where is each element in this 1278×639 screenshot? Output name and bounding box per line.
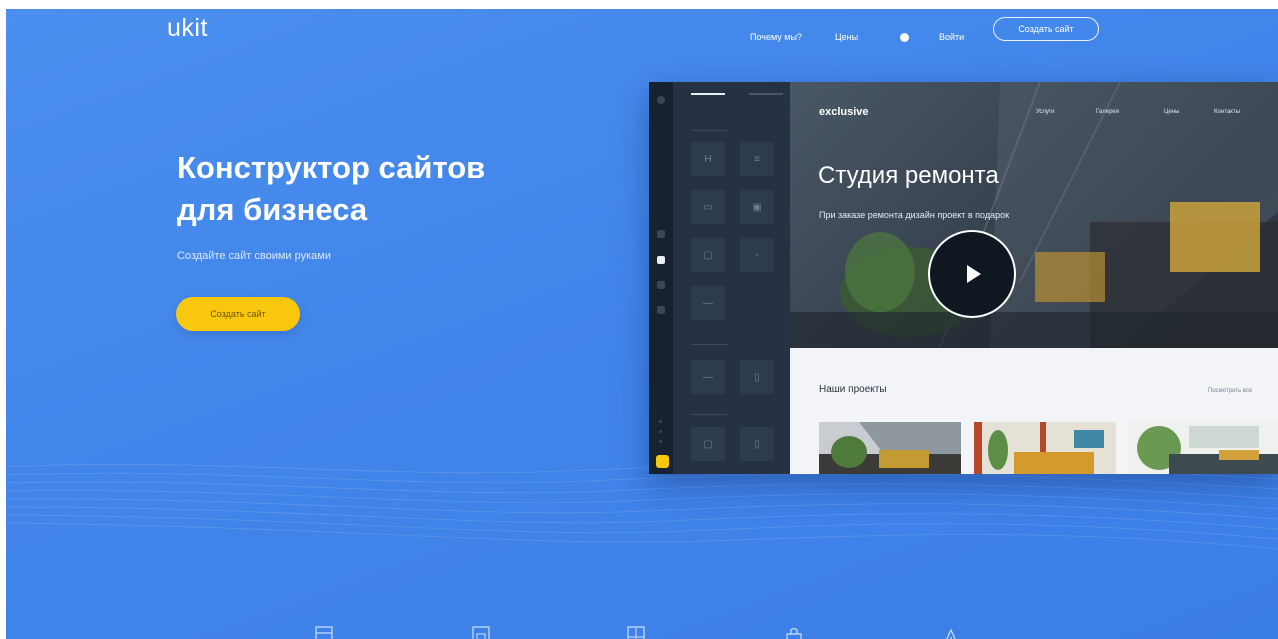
panel-divider	[691, 344, 727, 345]
nav-link-prices[interactable]: Цены	[835, 32, 858, 42]
panel-divider	[691, 130, 727, 131]
play-button[interactable]	[928, 230, 1016, 318]
block-form: ▢	[691, 427, 725, 461]
block-line: —	[691, 360, 725, 394]
rail-dot	[659, 430, 662, 433]
block-image: ▭	[691, 190, 725, 224]
block-gallery: ▣	[740, 190, 774, 224]
site-preview: exclusive Услуги Галерея Цены Контакты С…	[790, 82, 1278, 474]
page-title-line-2: для бизнеса	[177, 192, 368, 227]
project-photo	[1129, 422, 1278, 474]
editor-rail	[649, 82, 673, 474]
panel-tab	[749, 93, 783, 95]
shopping-bag-icon	[786, 627, 802, 639]
site-title: Студия ремонта	[818, 162, 999, 189]
panel-divider	[691, 414, 727, 415]
rail-dot	[659, 420, 662, 423]
projects-heading: Наши проекты	[819, 384, 887, 395]
logo[interactable]: ukit	[167, 14, 208, 43]
rail-item	[657, 230, 665, 238]
hero-subtitle: Создайте сайт своими руками	[177, 250, 331, 262]
rail-logo-icon	[657, 96, 665, 104]
site-nav-services: Услуги	[1036, 109, 1055, 115]
rail-item-active	[657, 256, 665, 264]
site-brand: exclusive	[819, 106, 869, 118]
block-video: ▢	[691, 238, 725, 272]
page-title: Конструктор сайтов для бизнеса	[177, 147, 485, 231]
page-title-line-1: Конструктор сайтов	[177, 150, 486, 185]
block-button: ▯	[740, 427, 774, 461]
block-map: ◦	[740, 238, 774, 272]
blocks-panel: H ≡ ▭ ▣ ▢ ◦ — — ▯ ▢ ▯	[673, 82, 790, 474]
site-nav-gallery: Галерея	[1096, 109, 1120, 115]
nav-link-why-us[interactable]: Почему мы?	[750, 32, 802, 42]
language-globe-icon[interactable]	[900, 33, 909, 42]
block-text: ≡	[740, 142, 774, 176]
site-nav-contacts: Контакты	[1214, 109, 1240, 115]
hero-section: ukit Почему мы? Цены Войти Создать сайт …	[0, 0, 1278, 639]
block-divider: —	[691, 286, 725, 320]
project-photo	[974, 422, 1116, 474]
header-create-site-button[interactable]: Создать сайт	[993, 17, 1099, 41]
project-photo	[819, 422, 961, 474]
nav-link-login[interactable]: Войти	[939, 32, 964, 42]
block-columns: ▯	[740, 360, 774, 394]
site-hero: exclusive Услуги Галерея Цены Контакты С…	[790, 82, 1278, 348]
play-icon	[967, 265, 981, 283]
see-all-link: Посмотреть все	[1208, 388, 1253, 394]
editor-preview: H ≡ ▭ ▣ ▢ ◦ — — ▯ ▢ ▯ exclusive Услуги Г…	[649, 82, 1278, 474]
hero-create-site-button[interactable]: Создать сайт	[176, 297, 300, 331]
rail-dot	[659, 440, 662, 443]
block-heading: H	[691, 142, 725, 176]
layout-icon	[315, 626, 333, 639]
site-nav-prices: Цены	[1164, 109, 1180, 115]
site-projects-section: Наши проекты Посмотреть все	[790, 348, 1278, 474]
rail-item	[657, 281, 665, 289]
image-icon	[472, 626, 490, 639]
panel-tab-active	[691, 93, 725, 95]
grid-icon	[627, 626, 645, 639]
warning-icon	[946, 628, 956, 639]
add-block-icon	[656, 455, 669, 468]
site-subtitle: При заказе ремонта дизайн проект в подар…	[819, 210, 1010, 220]
rail-item	[657, 306, 665, 314]
